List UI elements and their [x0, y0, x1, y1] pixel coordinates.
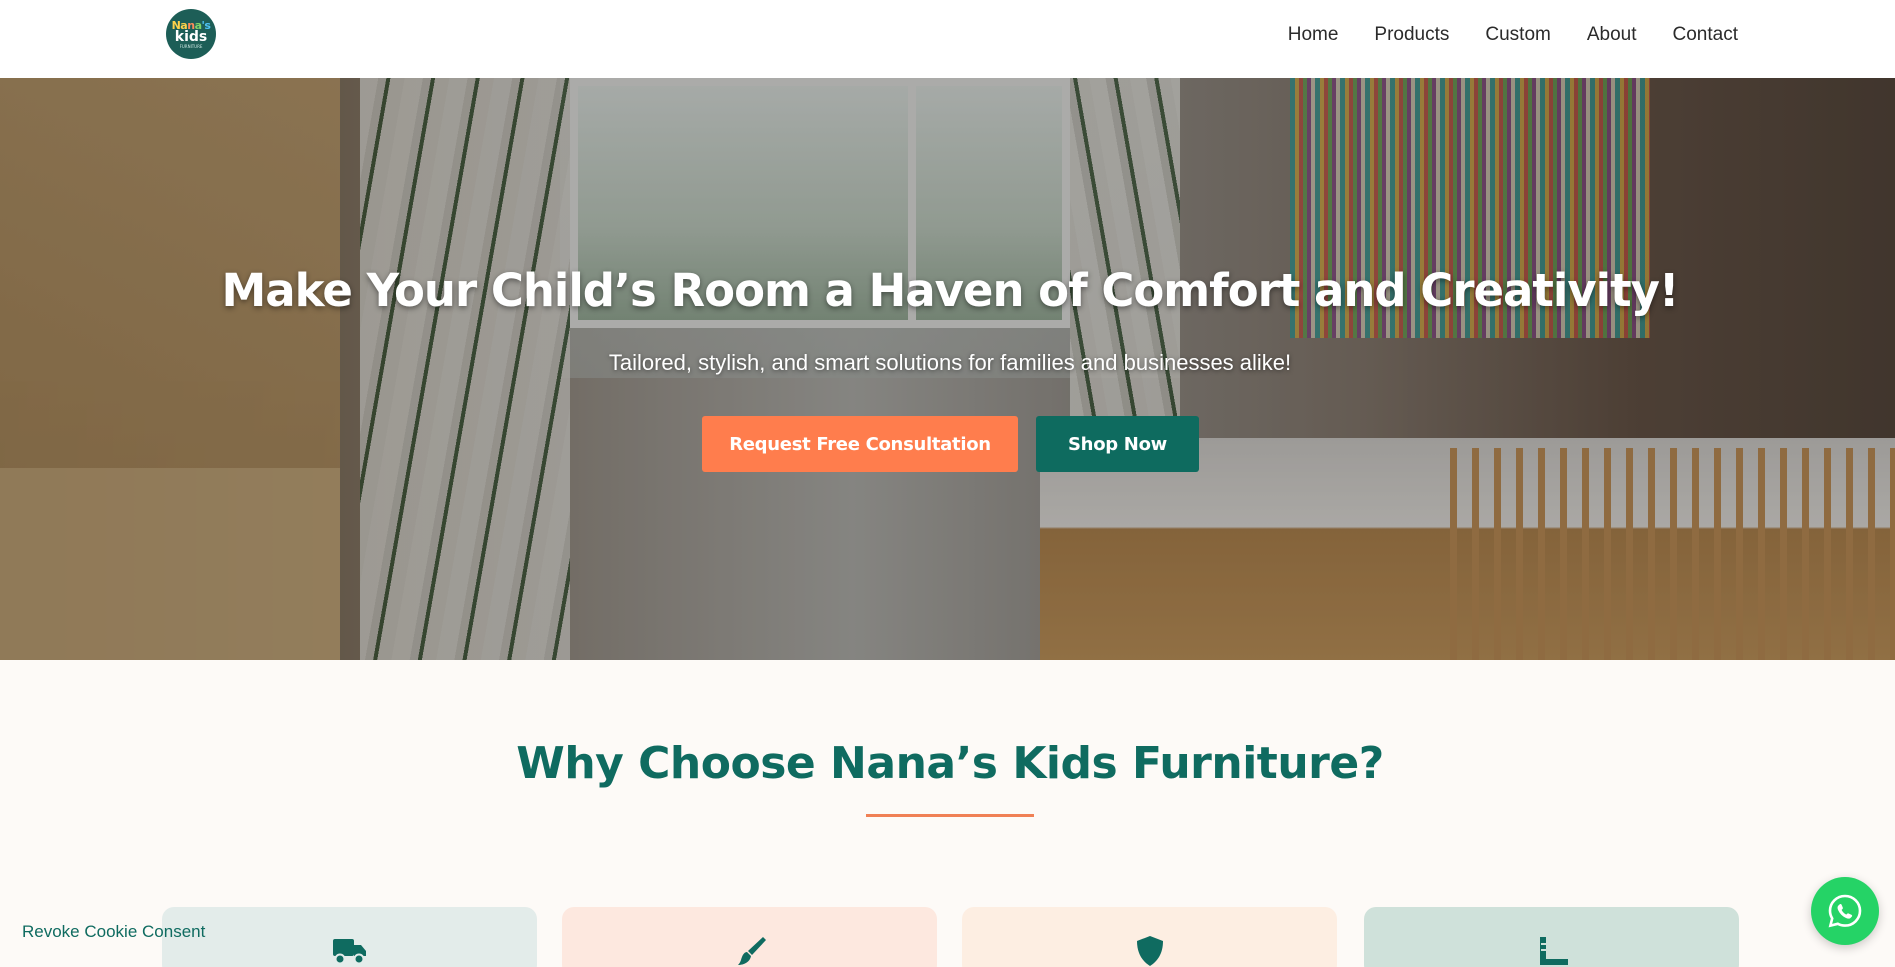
shop-now-button[interactable]: Shop Now [1036, 416, 1199, 472]
why-section-title: Why Choose Nana’s Kids Furniture? [516, 738, 1384, 789]
logo-tagline: FURNITURE [179, 43, 203, 49]
whatsapp-chat-button[interactable] [1811, 877, 1879, 945]
title-underline [866, 814, 1034, 817]
feature-card [962, 907, 1337, 967]
feature-card [162, 907, 537, 967]
nav-home[interactable]: Home [1288, 24, 1339, 46]
hero-banner: Make Your Child’s Room a Haven of Comfor… [0, 78, 1895, 660]
request-consultation-button[interactable]: Request Free Consultation [702, 416, 1018, 472]
truck-icon [333, 939, 366, 965]
logo-kids: kids [174, 28, 208, 45]
hero-title: Make Your Child’s Room a Haven of Comfor… [221, 264, 1680, 317]
revoke-cookie-consent-link[interactable]: Revoke Cookie Consent [22, 922, 205, 942]
site-header: Nana's kids FURNITURE Home Products Cust… [0, 0, 1895, 78]
feature-card [1364, 907, 1739, 967]
shield-icon [1137, 936, 1163, 966]
paintbrush-icon [738, 937, 766, 965]
nav-about[interactable]: About [1587, 24, 1637, 46]
nav-custom[interactable]: Custom [1485, 24, 1550, 46]
hero-subtitle: Tailored, stylish, and smart solutions f… [608, 350, 1292, 375]
nav-products[interactable]: Products [1374, 24, 1449, 46]
brand-logo[interactable]: Nana's kids FURNITURE [166, 9, 216, 59]
nav-contact[interactable]: Contact [1673, 24, 1738, 46]
feature-card [562, 907, 937, 967]
main-nav: Home Products Custom About Contact [1288, 24, 1738, 46]
whatsapp-icon [1828, 894, 1862, 928]
ruler-icon [1540, 937, 1568, 965]
